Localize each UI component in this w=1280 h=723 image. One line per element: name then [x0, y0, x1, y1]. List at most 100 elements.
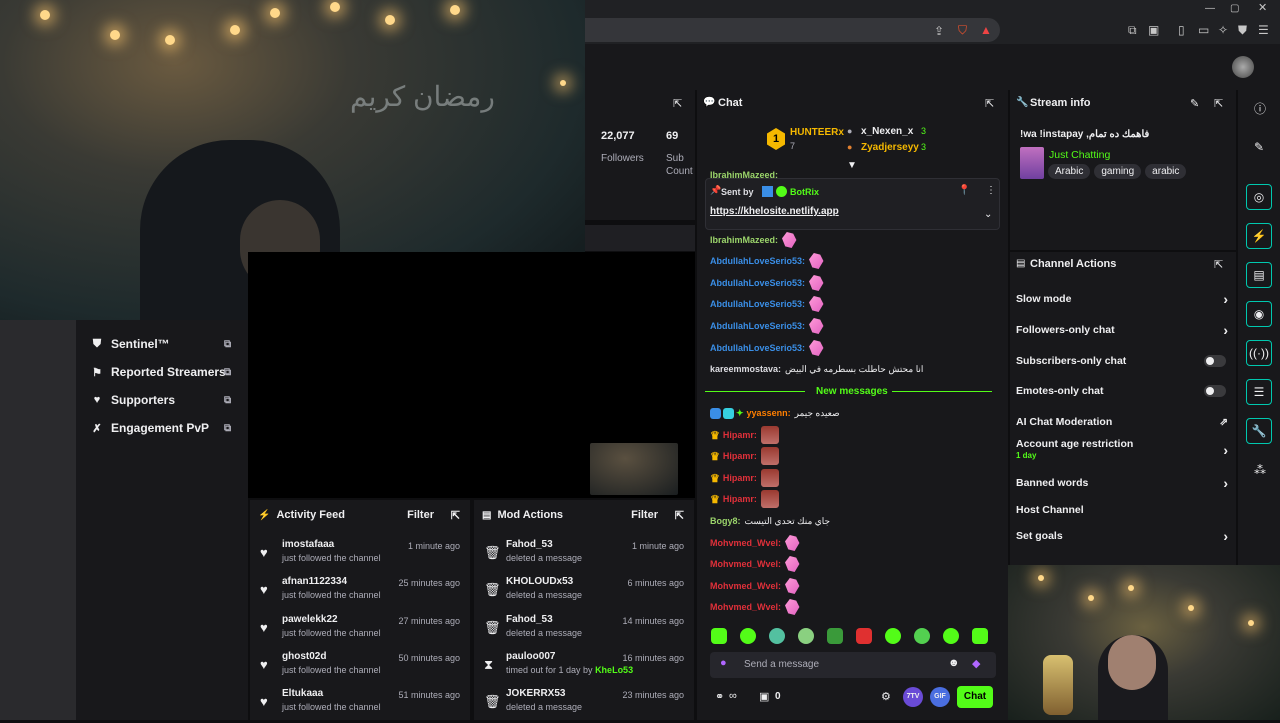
item-name[interactable]: pawelekk22: [282, 614, 338, 625]
pinned-bot-name[interactable]: BotRix: [790, 187, 819, 197]
popout-icon[interactable]: ⧉: [224, 367, 231, 378]
chat-username[interactable]: Hipamr:: [723, 473, 757, 483]
chevron-down-icon[interactable]: ▼: [847, 160, 857, 171]
mic-icon[interactable]: ●: [720, 657, 727, 669]
webcam-overlay[interactable]: [1008, 565, 1280, 720]
emote-icon[interactable]: [769, 628, 785, 644]
chat-username[interactable]: AbdullahLoveSerio53:: [710, 278, 805, 288]
sidebar-icon[interactable]: ▯: [1178, 23, 1185, 37]
action-account-age[interactable]: Account age restriction 1 day ›: [1016, 438, 1228, 466]
chat-username[interactable]: AbdullahLoveSerio53:: [710, 256, 805, 266]
chat-username[interactable]: AbdullahLoveSerio53:: [710, 343, 805, 353]
share-icon[interactable]: ⇪: [934, 24, 944, 38]
popout-icon[interactable]: ⧉: [224, 395, 231, 406]
rail-button-doc[interactable]: ▤: [1246, 262, 1272, 288]
maximize-icon[interactable]: ▢: [1230, 2, 1239, 16]
popout-icon[interactable]: ⇱: [1214, 258, 1223, 271]
rail-button-target[interactable]: ◎: [1246, 184, 1272, 210]
send-chat-button[interactable]: Chat: [957, 686, 993, 708]
7tv-button[interactable]: 7TV: [903, 687, 923, 707]
popout-icon[interactable]: ⇱: [451, 509, 460, 522]
popout-icon[interactable]: ⧉: [224, 423, 231, 434]
emote-icon[interactable]: [827, 628, 843, 644]
leaderboard-first-name[interactable]: HUNTEERx: [790, 127, 844, 138]
vpn-icon[interactable]: ⛊: [1238, 23, 1247, 37]
chat-username[interactable]: Mohvmed_Wvel:: [710, 538, 781, 548]
item-name[interactable]: KHOLOUDx53: [506, 576, 573, 587]
chat-username[interactable]: yyassenn:: [747, 408, 791, 418]
close-window-icon[interactable]: ✕: [1258, 1, 1267, 15]
emote-icon[interactable]: [885, 628, 901, 644]
popout-icon[interactable]: ⧉: [224, 339, 231, 350]
tag[interactable]: arabic: [1145, 164, 1187, 179]
pencil-icon[interactable]: ✎: [1254, 140, 1264, 154]
tag[interactable]: gaming: [1094, 164, 1142, 179]
emote-icon[interactable]: [740, 628, 756, 644]
leo-icon[interactable]: ✧: [1218, 23, 1228, 37]
rail-button-chat[interactable]: ◉: [1246, 301, 1272, 327]
emote-icon[interactable]: [943, 628, 959, 644]
action-set-goals[interactable]: Set goals ›: [1016, 526, 1228, 546]
settings-share-icon[interactable]: ⚭: [715, 690, 724, 703]
minimize-icon[interactable]: —: [1205, 2, 1215, 16]
popout-icon[interactable]: ⇱: [675, 509, 684, 522]
item-name[interactable]: afnan1122334: [282, 576, 347, 587]
chat-username[interactable]: Mohvmed_Wvel:: [710, 602, 781, 612]
action-host-channel[interactable]: Host Channel: [1016, 500, 1228, 520]
more-apps-icon[interactable]: ⁂: [1254, 463, 1266, 477]
emote-icon[interactable]: [711, 628, 727, 644]
chat-username[interactable]: Hipamr:: [723, 494, 757, 504]
item-name[interactable]: imostafaaa: [282, 539, 334, 550]
chat-input-box[interactable]: ● Send a message ☻ ◆: [710, 652, 996, 678]
emote-picker-icon[interactable]: ◆: [972, 657, 980, 670]
pencil-icon[interactable]: ✎: [1190, 97, 1199, 110]
menu-icon[interactable]: ☰: [1258, 23, 1269, 37]
chat-username[interactable]: AbdullahLoveSerio53:: [710, 299, 805, 309]
chat-input[interactable]: Send a message: [744, 659, 819, 670]
filter-button[interactable]: Filter: [631, 509, 658, 521]
item-name[interactable]: Fahod_53: [506, 539, 553, 550]
more-icon[interactable]: ⋮: [986, 185, 996, 196]
emoji-icon[interactable]: ☻: [948, 657, 960, 669]
rail-button-list[interactable]: ☰: [1246, 379, 1272, 405]
chat-username[interactable]: kareemmostava:: [710, 364, 781, 374]
leaderboard-third-name[interactable]: Zyadjerseyy: [861, 142, 919, 153]
item-name[interactable]: Eltukaaa: [282, 688, 323, 699]
pin-icon[interactable]: 📍: [958, 185, 970, 196]
nav-reported-streamers[interactable]: ⚑ Reported Streamers ⧉: [90, 363, 231, 381]
category-link[interactable]: Just Chatting: [1049, 149, 1110, 161]
chat-username[interactable]: Bogy8:: [710, 516, 741, 526]
emote-icon[interactable]: [914, 628, 930, 644]
item-name[interactable]: pauloo007: [506, 651, 555, 662]
avatar[interactable]: [1232, 56, 1254, 78]
nav-supporters[interactable]: ♥ Supporters ⧉: [90, 391, 231, 409]
gear-icon[interactable]: ⚙: [881, 690, 891, 703]
rewards-icon[interactable]: ▲: [980, 23, 992, 37]
chevron-down-icon[interactable]: ⌄: [984, 209, 992, 220]
emote-icon[interactable]: [856, 628, 872, 644]
emotes-only-toggle[interactable]: [1204, 385, 1226, 397]
item-name[interactable]: JOKERRX53: [506, 688, 565, 699]
action-followers-only[interactable]: Followers-only chat ›: [1016, 320, 1228, 340]
nav-engagement-pvp[interactable]: ✗ Engagement PvP ⧉: [90, 419, 231, 437]
gift-icon[interactable]: ▣: [759, 690, 769, 703]
rail-button-wrench[interactable]: 🔧: [1246, 418, 1272, 444]
emote-icon[interactable]: [972, 628, 988, 644]
moderator-name[interactable]: KheLo53: [595, 665, 633, 675]
chat-username[interactable]: Mohvmed_Wvel:: [710, 559, 781, 569]
rail-button-broadcast[interactable]: ((·)): [1246, 340, 1272, 366]
wallet-icon[interactable]: ▣: [1148, 23, 1159, 37]
chat-username[interactable]: IbrahimMazeed:: [710, 235, 778, 245]
chat-username[interactable]: Hipamr:: [723, 451, 757, 461]
leaderboard-second-name[interactable]: x_Nexen_x: [861, 126, 913, 137]
action-slow-mode[interactable]: Slow mode ›: [1016, 289, 1228, 309]
extensions-icon[interactable]: ⧉: [1128, 23, 1137, 37]
popout-icon[interactable]: ⇱: [1214, 97, 1223, 110]
nav-sentinel[interactable]: ⛊ Sentinel™ ⧉: [90, 335, 231, 353]
category-thumbnail[interactable]: [1020, 147, 1044, 179]
emote-icon[interactable]: [798, 628, 814, 644]
subscribers-only-toggle[interactable]: [1204, 355, 1226, 367]
tab-icon[interactable]: ▭: [1198, 23, 1209, 37]
action-ai-moderation[interactable]: AI Chat Moderation ⇗: [1016, 412, 1228, 432]
filter-button[interactable]: Filter: [407, 509, 434, 521]
